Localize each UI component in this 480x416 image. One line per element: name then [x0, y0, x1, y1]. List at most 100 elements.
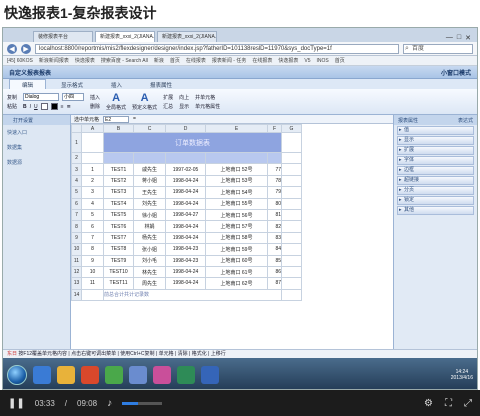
row-header[interactable]: 13: [71, 277, 82, 290]
table-row[interactable]: 7 5 TEST5 徐小姐 1998-04-27 上地南口 56号 81: [71, 208, 302, 222]
row-header[interactable]: 11: [71, 254, 82, 267]
table-cell[interactable]: 1998-04-23: [165, 243, 206, 256]
copy-button[interactable]: 复制: [7, 94, 17, 101]
favorite-item[interactable]: 搜索百度 - Search All: [101, 57, 148, 64]
volume-icon[interactable]: ♪: [107, 398, 112, 409]
row-header[interactable]: 3: [71, 163, 82, 176]
table-cell[interactable]: 杨先生: [133, 231, 166, 245]
table-cell[interactable]: 1998-04-24: [165, 265, 206, 279]
tab-insert[interactable]: 插入: [98, 79, 135, 89]
table-cell[interactable]: [281, 231, 302, 245]
align-left-icon[interactable]: ≡: [61, 104, 64, 110]
table-cell[interactable]: 3: [81, 186, 104, 199]
table-cell[interactable]: 林娟: [133, 220, 166, 233]
row-header[interactable]: 6: [71, 197, 82, 210]
tab-expressions[interactable]: 表达式: [458, 117, 473, 124]
row-header[interactable]: 8: [71, 220, 82, 233]
row-header[interactable]: 5: [71, 186, 82, 199]
header-cell[interactable]: [133, 151, 166, 165]
fill-color-swatch[interactable]: [40, 103, 48, 110]
table-cell[interactable]: 上地南口 54号: [205, 186, 268, 199]
table-row[interactable]: 4 2 TEST2 蒋小姐 1998-04-24 上地南口 53号 78: [71, 174, 302, 188]
table-cell[interactable]: 10: [81, 265, 104, 279]
close-icon[interactable]: ✕: [465, 34, 471, 42]
favorite-item[interactable]: 快逸报表: [75, 57, 95, 64]
table-cell[interactable]: 86: [267, 265, 282, 279]
font-family-select[interactable]: Dialog: [23, 93, 60, 101]
italic-button[interactable]: I: [30, 104, 31, 110]
row-header[interactable]: 7: [71, 208, 82, 222]
table-cell[interactable]: 林先生: [133, 265, 166, 279]
table-cell[interactable]: 7: [81, 231, 104, 245]
table-cell[interactable]: 8: [81, 243, 104, 256]
app-icon[interactable]: [105, 365, 123, 384]
table-cell[interactable]: 上地南口 53号: [205, 174, 268, 188]
app-icon[interactable]: [153, 365, 171, 384]
header-cell[interactable]: [205, 151, 268, 165]
row-header[interactable]: 10: [71, 243, 82, 256]
column-header[interactable]: G: [281, 124, 302, 133]
column-header[interactable]: D: [165, 124, 206, 133]
align-center-icon[interactable]: ≣: [67, 104, 71, 110]
table-cell[interactable]: 6: [81, 220, 104, 233]
table-cell[interactable]: [81, 132, 104, 153]
app-icon[interactable]: [201, 365, 219, 384]
table-cell[interactable]: [281, 220, 302, 233]
property-item[interactable]: 其他: [397, 206, 474, 215]
table-cell[interactable]: [281, 197, 302, 210]
show-button[interactable]: 显示: [179, 103, 189, 110]
volume-slider[interactable]: [122, 401, 163, 405]
report-title-cell[interactable]: 订单数据表: [103, 132, 282, 153]
table-cell[interactable]: TEST11: [103, 277, 134, 290]
table-cell[interactable]: 2: [81, 174, 104, 188]
clock[interactable]: 14:24 2013/4/16: [451, 369, 473, 381]
table-cell[interactable]: [281, 174, 302, 188]
media-icon[interactable]: [81, 365, 99, 384]
table-cell[interactable]: 上地南口 57号: [205, 220, 268, 233]
table-cell[interactable]: 1998-04-24: [165, 277, 206, 290]
favorite-item[interactable]: 首页: [170, 57, 180, 64]
cell-properties-button[interactable]: 单元格属性: [195, 103, 220, 110]
browser-tab-active[interactable]: 新建报表_xxxi_2(JIANA...: [95, 31, 155, 42]
favorite-item[interactable]: 新浪: [154, 57, 164, 64]
ie-icon[interactable]: [33, 365, 51, 384]
property-item[interactable]: 显示: [397, 136, 474, 145]
table-cell[interactable]: 1998-04-24: [165, 186, 206, 199]
table-cell[interactable]: 上地南口 59号: [205, 243, 268, 256]
all-format-button[interactable]: A 全局格式: [106, 92, 126, 111]
table-cell[interactable]: TEST7: [103, 231, 134, 245]
preset-format-button[interactable]: A 预定义格式: [132, 92, 157, 111]
left-pane-item[interactable]: 数据源: [3, 155, 70, 170]
property-item[interactable]: 值: [397, 126, 474, 135]
table-cell[interactable]: 1998-04-24: [165, 220, 206, 233]
table-cell[interactable]: [281, 151, 302, 165]
table-cell[interactable]: 5: [81, 208, 104, 222]
favorite-item[interactable]: 首页: [335, 57, 345, 64]
left-pane-item[interactable]: 快速入口: [3, 125, 70, 140]
small-window-toggle[interactable]: 小窗口模式: [441, 68, 471, 77]
table-cell[interactable]: TEST4: [103, 197, 134, 210]
up-button[interactable]: 向上: [179, 94, 189, 101]
table-cell[interactable]: 1997-02-05: [165, 163, 206, 176]
favorite-item[interactable]: V5: [304, 58, 310, 64]
favorite-item[interactable]: [45] 60KOS: [7, 58, 33, 64]
tab-report-attrs[interactable]: 报表属性: [398, 117, 418, 124]
property-item[interactable]: 字体: [397, 156, 474, 165]
tab-display-format[interactable]: 显示格式: [48, 79, 96, 89]
table-cell[interactable]: 上地南口 62号: [205, 277, 268, 290]
table-row[interactable]: 8 6 TEST6 林娟 1998-04-24 上地南口 57号 82: [71, 220, 302, 233]
browser-tab[interactable]: 装修报表平台: [33, 31, 93, 42]
settings-icon[interactable]: ⚙: [424, 398, 433, 409]
table-cell[interactable]: [281, 288, 302, 302]
table-cell[interactable]: 王先生: [133, 186, 166, 199]
table-cell[interactable]: 85: [267, 254, 282, 267]
folder-icon[interactable]: [57, 365, 75, 384]
table-cell[interactable]: 81: [267, 208, 282, 222]
header-cell[interactable]: [103, 151, 134, 165]
column-header[interactable]: F: [267, 124, 282, 133]
table-cell[interactable]: [281, 243, 302, 256]
table-cell[interactable]: [81, 288, 104, 302]
minimize-icon[interactable]: —: [446, 34, 453, 42]
property-item[interactable]: 锁定: [397, 196, 474, 205]
insert-button[interactable]: 插入: [90, 94, 100, 101]
